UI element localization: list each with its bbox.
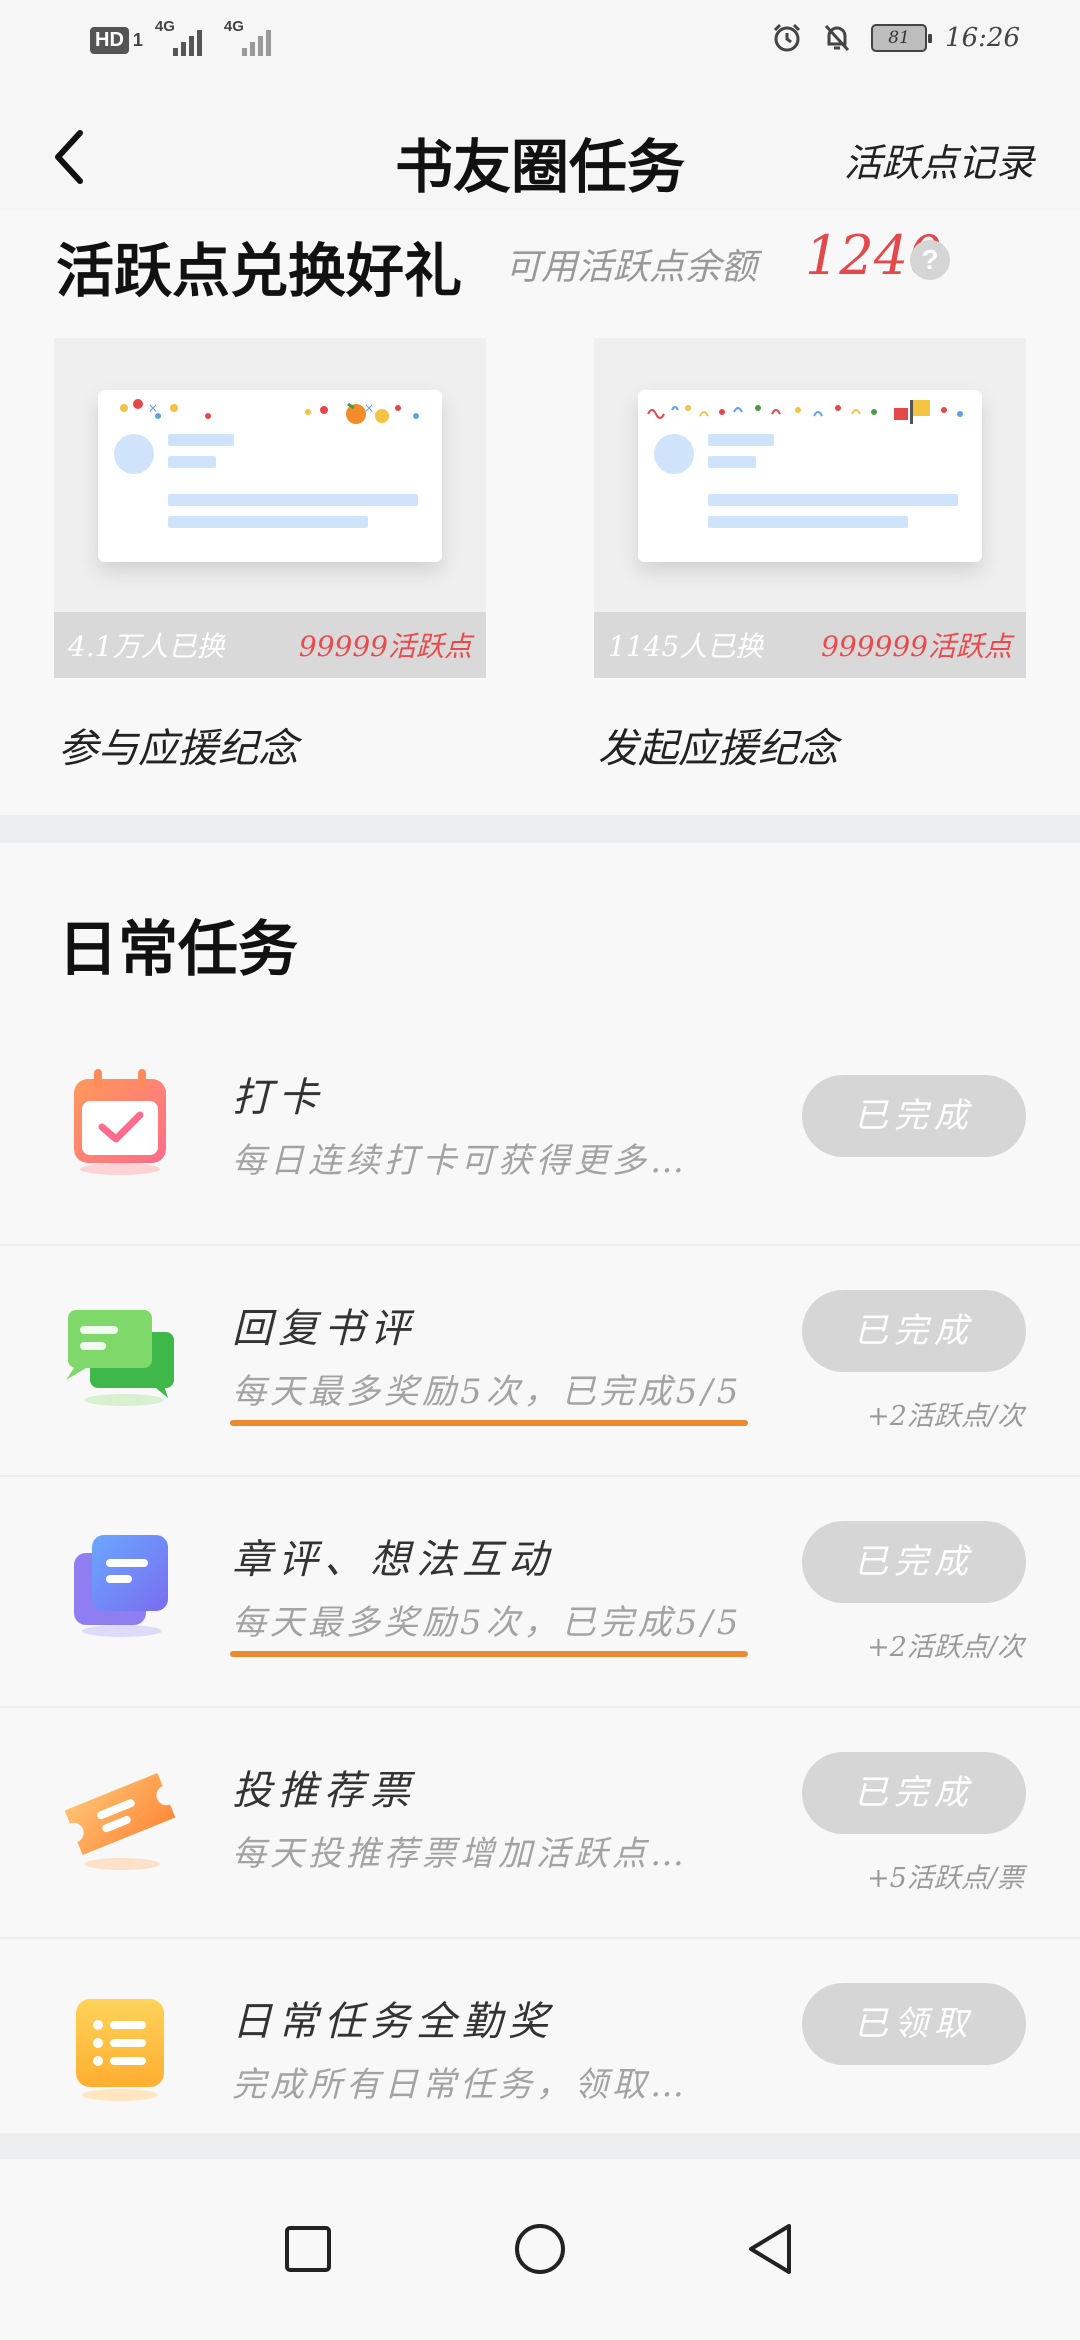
signal-1-icon: 4G	[155, 18, 202, 56]
ticket-icon	[64, 1773, 176, 1870]
card-avatar	[654, 434, 694, 474]
square-nav-icon	[285, 2226, 331, 2272]
gift-price: 999999活跃点	[821, 630, 1012, 663]
gift-price: 99999活跃点	[298, 630, 472, 663]
balance-label: 可用活跃点余额	[505, 247, 758, 288]
task-desc: 每日连续打卡可获得更多…	[232, 1141, 688, 1181]
gift-footer: 1145人已换 999999活跃点	[594, 612, 1026, 678]
alarm-icon	[774, 23, 801, 52]
signal-1-label: 4G	[154, 18, 175, 35]
task-status-button[interactable]: 已领取	[802, 1983, 1026, 2065]
system-nav-bar	[0, 2159, 1080, 2340]
task-name: 章评、想法互动	[232, 1537, 554, 1583]
daily-title: 日常任务	[58, 915, 298, 985]
gift-preview-card: × ×	[98, 390, 442, 562]
battery-icon: 81	[871, 24, 933, 52]
gift-image: × × 4.1万人已换 99999活跃点	[54, 338, 486, 678]
task-desc: 完成所有日常任务，领取…	[232, 2065, 688, 2105]
clock: 16:26	[945, 23, 1020, 53]
card-line	[708, 494, 958, 506]
svg-text:×: ×	[148, 401, 158, 415]
task-reward-note: +2活跃点/次	[867, 1401, 1024, 1432]
card-line	[168, 434, 234, 446]
daily-tasks-section: 日常任务 打卡 每日连续打卡可获得更多… 已完成 回复书评 每天最多奖励5次，已…	[0, 843, 1080, 2133]
gift-image: 1145人已换 999999活跃点	[594, 338, 1026, 678]
hd-badge: HD	[90, 26, 129, 54]
task-desc: 每天最多奖励5次，已完成5/5	[232, 1603, 743, 1643]
activity-record-link[interactable]: 活跃点记录	[844, 132, 1034, 187]
section-divider	[0, 2133, 1080, 2159]
list-icon	[76, 1999, 164, 2101]
mute-bell-icon	[824, 24, 850, 52]
gift-card-support-start[interactable]: 1145人已换 999999活跃点 发起应援纪念	[594, 338, 1026, 774]
status-right: 81 16:26	[771, 22, 1020, 54]
gift-preview-card	[638, 390, 982, 562]
card-line	[168, 516, 368, 528]
card-line	[168, 494, 418, 506]
recent-apps-button[interactable]	[280, 2221, 336, 2277]
task-row-reply-review: 回复书评 每天最多奖励5次，已完成5/5 已完成 +2活跃点/次	[0, 1246, 1080, 1477]
exchange-title: 活跃点兑换好礼	[56, 237, 463, 305]
task-reward-note: +2活跃点/次	[867, 1632, 1024, 1663]
card-line	[168, 456, 216, 468]
task-desc: 每天最多奖励5次，已完成5/5	[232, 1372, 743, 1412]
exchange-section: 活跃点兑换好礼 可用活跃点余额 1240 ? × × 4.1万人已换 99999…	[0, 210, 1080, 815]
task-status-button[interactable]: 已完成	[802, 1521, 1026, 1603]
battery-level: 81	[888, 28, 910, 48]
gift-name: 参与应援纪念	[58, 726, 298, 772]
progress-underline	[230, 1651, 748, 1657]
task-row-vote: 投推荐票 每天投推荐票增加活跃点… 已完成 +5活跃点/票	[0, 1708, 1080, 1939]
status-bar: HD 1 4G 4G 81 16:26	[0, 0, 1080, 84]
signal-2-label: 4G	[223, 18, 244, 35]
task-desc: 每天投推荐票增加活跃点…	[232, 1834, 688, 1874]
triangle-back-nav-icon	[749, 2224, 791, 2274]
card-line	[708, 456, 756, 468]
task-name: 投推荐票	[232, 1768, 416, 1814]
gift-footer: 4.1万人已换 99999活跃点	[54, 612, 486, 678]
gift-exchanged-count: 1145人已换	[608, 630, 764, 663]
confetti-decoration	[647, 400, 963, 424]
card-avatar	[114, 434, 154, 474]
home-button[interactable]	[512, 2221, 568, 2277]
task-name: 日常任务全勤奖	[232, 1999, 554, 2045]
progress-underline	[230, 1420, 748, 1426]
note-cards-icon	[74, 1535, 168, 1637]
gift-exchanged-count: 4.1万人已换	[68, 630, 225, 663]
svg-text:×: ×	[364, 401, 374, 415]
task-status-button[interactable]: 已完成	[802, 1075, 1026, 1157]
chat-bubbles-icon	[66, 1310, 174, 1406]
status-left: HD 1 4G 4G	[90, 18, 271, 56]
task-status-button[interactable]: 已完成	[802, 1290, 1026, 1372]
help-icon[interactable]: ?	[910, 240, 950, 280]
calendar-check-icon	[74, 1069, 166, 1175]
confetti-decoration: × ×	[120, 399, 419, 424]
card-line	[708, 516, 908, 528]
task-row-chapter-comment: 章评、想法互动 每天最多奖励5次，已完成5/5 已完成 +2活跃点/次	[0, 1477, 1080, 1708]
task-row-checkin: 打卡 每日连续打卡可获得更多… 已完成	[0, 1015, 1080, 1246]
task-status-button[interactable]: 已完成	[802, 1752, 1026, 1834]
card-line	[708, 434, 774, 446]
task-name: 回复书评	[232, 1306, 416, 1352]
sim-index: 1	[132, 29, 143, 50]
gift-name: 发起应援纪念	[598, 726, 838, 772]
task-reward-note: +5活跃点/票	[867, 1863, 1024, 1894]
circle-nav-icon	[515, 2224, 565, 2274]
section-divider	[0, 815, 1080, 843]
signal-2-icon: 4G	[224, 18, 271, 56]
gift-card-support-join[interactable]: × × 4.1万人已换 99999活跃点 参与应援纪念	[54, 338, 486, 774]
task-name: 打卡	[232, 1075, 324, 1121]
system-back-button[interactable]	[742, 2221, 798, 2277]
